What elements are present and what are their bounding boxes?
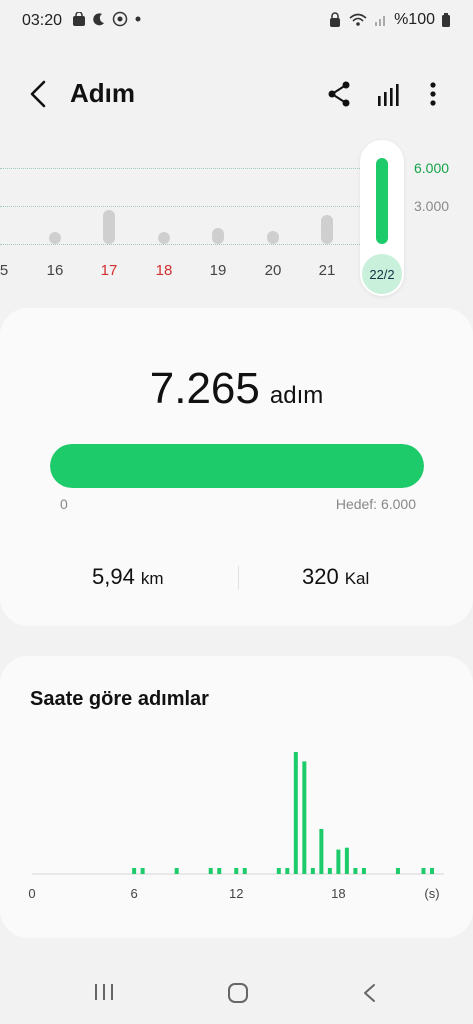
hourly-chart-svg <box>32 752 444 875</box>
hourly-x-tick: 6 <box>130 886 138 901</box>
weekly-day-label[interactable]: 18 <box>156 262 173 279</box>
more-notifications-dot-icon <box>135 16 141 22</box>
hourly-steps-chart: 0 6 12 18 (s) <box>0 742 473 902</box>
weekly-day-label[interactable]: 5 <box>0 262 8 279</box>
app-bar: Adım <box>0 62 473 126</box>
hourly-bar[interactable] <box>285 868 290 874</box>
bar-chart-icon[interactable] <box>372 76 406 112</box>
weekly-gridline <box>0 206 360 207</box>
hourly-bar[interactable] <box>302 761 307 874</box>
wifi-icon <box>349 13 367 26</box>
progress-min-label: 0 <box>60 496 68 512</box>
back-arrow-icon[interactable] <box>24 76 56 112</box>
calories-unit: Kal <box>344 569 370 588</box>
weekly-bar[interactable] <box>267 231 279 244</box>
battery-icon <box>442 13 450 27</box>
weekly-day-label[interactable]: 21 <box>319 262 336 279</box>
hourly-title: Saate göre adımlar <box>30 688 209 710</box>
weekly-y-tick: 3.000 <box>414 198 450 214</box>
weekly-day-label[interactable]: 16 <box>47 262 64 279</box>
hourly-x-tick: 18 <box>331 886 346 901</box>
system-icons: %100 <box>328 11 451 29</box>
distance-stat: 5,94 km <box>92 564 164 590</box>
hourly-bar[interactable] <box>430 868 434 874</box>
goal-progress-bar <box>50 444 424 488</box>
weekly-bar[interactable] <box>158 232 170 244</box>
hourly-bar[interactable] <box>361 868 366 874</box>
weekly-day-label[interactable]: 19 <box>210 262 227 279</box>
hourly-bar[interactable] <box>140 868 145 874</box>
selected-day-bar[interactable] <box>376 158 388 244</box>
weekly-y-tick: 6.000 <box>414 160 450 176</box>
hourly-bar[interactable] <box>132 868 137 874</box>
step-count: 7.265 adım <box>0 364 473 414</box>
step-count-unit: adım <box>269 382 324 409</box>
hourly-bar[interactable] <box>421 868 426 874</box>
hourly-bar[interactable] <box>310 868 315 874</box>
alarm-lock-icon <box>330 12 341 27</box>
hourly-bar[interactable] <box>327 868 332 874</box>
hourly-bar[interactable] <box>319 828 324 874</box>
hourly-bar[interactable] <box>242 868 247 874</box>
moon-icon <box>93 13 104 26</box>
hourly-bar[interactable] <box>395 868 400 874</box>
more-vert-icon[interactable] <box>416 76 450 112</box>
whatsapp-icon <box>112 11 128 27</box>
summary-card: 7.265 adım 0 Hedef: 6.000 5,94 km 320 Kal <box>0 308 473 626</box>
weekly-steps-chart: 6.000 3.000 5 16 17 18 19 20 21 22/2 <box>0 140 473 300</box>
goal-label: Hedef: 6.000 <box>335 496 416 512</box>
hourly-bar[interactable] <box>344 847 349 874</box>
hourly-bar[interactable] <box>217 868 222 874</box>
weekly-bar[interactable] <box>103 209 115 244</box>
hourly-x-tick: 12 <box>229 886 244 901</box>
goal-progress-fill <box>50 444 424 488</box>
weekly-day-label[interactable]: 17 <box>101 262 118 279</box>
hourly-bar[interactable] <box>174 868 179 874</box>
signal-icon <box>375 16 386 26</box>
step-count-value: 7.265 <box>149 364 260 413</box>
hourly-x-tick: (s) <box>424 886 440 901</box>
recents-icon[interactable] <box>92 982 116 1002</box>
back-nav-icon[interactable] <box>360 982 380 1004</box>
page-title: Adım <box>70 78 135 108</box>
weekly-bar[interactable] <box>321 214 333 244</box>
hourly-bar[interactable] <box>276 868 281 874</box>
battery-percent: %100 <box>394 11 435 28</box>
hourly-bar[interactable] <box>234 868 239 874</box>
hourly-bar[interactable] <box>293 752 298 874</box>
hourly-steps-card: Saate göre adımlar 0 6 12 18 (s) <box>0 656 473 938</box>
calories-stat: 320 Kal <box>302 564 369 590</box>
home-icon[interactable] <box>226 982 250 1004</box>
shopping-bag-icon <box>73 12 85 26</box>
share-icon[interactable] <box>322 76 356 112</box>
selected-day-label[interactable]: 22/2 <box>362 254 402 294</box>
status-bar: 03:20 %100 <box>0 0 473 44</box>
weekly-day-label[interactable]: 20 <box>265 262 282 279</box>
distance-value: 5,94 <box>92 564 135 589</box>
weekly-bar[interactable] <box>212 227 224 244</box>
hourly-bar[interactable] <box>353 868 358 874</box>
notification-icons <box>72 11 142 27</box>
weekly-gridline <box>0 168 360 169</box>
system-nav-bar <box>0 958 473 1024</box>
hourly-x-tick: 0 <box>28 886 36 901</box>
weekly-bar[interactable] <box>49 232 61 244</box>
calories-value: 320 <box>302 564 339 589</box>
hourly-bar[interactable] <box>336 849 341 874</box>
status-time: 03:20 <box>22 12 63 29</box>
hourly-bar[interactable] <box>208 868 213 874</box>
stat-divider <box>238 566 239 590</box>
distance-unit: km <box>140 569 164 588</box>
weekly-baseline <box>0 244 360 245</box>
